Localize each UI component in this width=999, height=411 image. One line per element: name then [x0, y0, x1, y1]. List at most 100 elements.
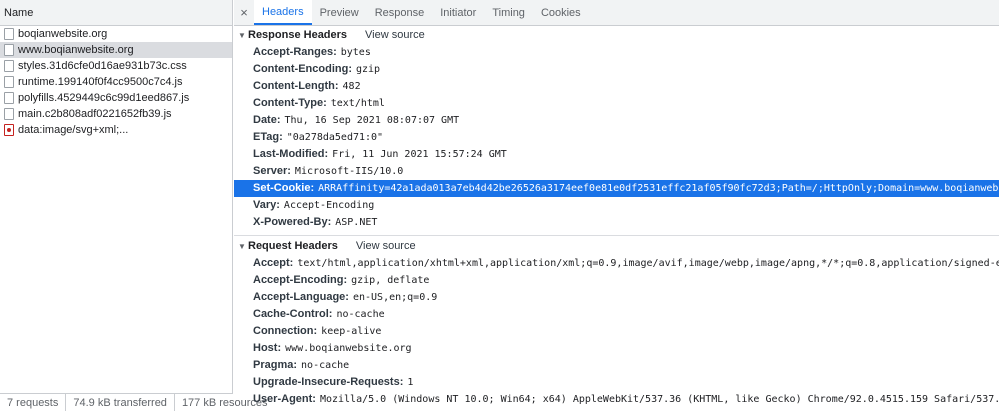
header-name: ETag: [253, 131, 283, 143]
headers-content: ▼ Response Headers View source Accept-Ra… [234, 26, 999, 411]
request-row[interactable]: styles.31d6cfe0d16ae931b73c.css [0, 58, 232, 74]
header-name: Vary: [253, 199, 280, 211]
header-row[interactable]: Last-Modified: Fri, 11 Jun 2021 15:57:24 … [234, 146, 999, 163]
document-icon [4, 92, 14, 104]
document-icon [4, 28, 14, 40]
header-value: Accept-Encoding [283, 200, 375, 211]
collapse-triangle-icon[interactable]: ▼ [238, 242, 248, 251]
tab-preview[interactable]: Preview [312, 0, 367, 25]
header-row[interactable]: Cache-Control: no-cache [234, 306, 999, 323]
request-name: main.c2b808adf0221652fb39.js [18, 108, 172, 120]
header-name: Content-Type: [253, 97, 327, 109]
header-value: gzip [355, 64, 381, 75]
tabs: Headers Preview Response Initiator Timing Coo… [254, 0, 589, 25]
header-row[interactable]: Date: Thu, 16 Sep 2021 08:07:07 GMT [234, 112, 999, 129]
details-tabbar: × Headers Preview Response Initiator Timing C… [234, 0, 999, 26]
header-row[interactable]: Content-Type: text/html [234, 95, 999, 112]
request-name: data:image/svg+xml;... [18, 124, 129, 136]
header-value: ASP.NET [335, 217, 378, 228]
request-headers-section: ▼ Request Headers View source Accept: tex… [234, 237, 999, 408]
header-value: "0a278da5ed71:0" [286, 132, 384, 143]
header-row[interactable]: Vary: Accept-Encoding [234, 197, 999, 214]
header-row[interactable]: Pragma: no-cache [234, 357, 999, 374]
document-icon [4, 60, 14, 72]
section-divider [234, 235, 999, 236]
header-row[interactable]: Upgrade-Insecure-Requests: 1 [234, 374, 999, 391]
request-row[interactable]: boqianwebsite.org [0, 26, 232, 42]
tab-response[interactable]: Response [367, 0, 433, 25]
header-name: Last-Modified: [253, 148, 329, 160]
request-header-rows: Accept: text/html,application/xhtml+xml,a… [234, 255, 999, 408]
header-row[interactable]: X-Powered-By: ASP.NET [234, 214, 999, 231]
header-row[interactable]: Accept-Ranges: bytes [234, 44, 999, 61]
header-value: Mozilla/5.0 (Windows NT 10.0; Win64; x64… [319, 394, 999, 405]
header-value: Thu, 16 Sep 2021 08:07:07 GMT [284, 115, 460, 126]
collapse-triangle-icon[interactable]: ▼ [238, 31, 248, 40]
header-value: bytes [340, 47, 371, 58]
header-row[interactable]: Host: www.boqianwebsite.org [234, 340, 999, 357]
header-name: User-Agent: [253, 393, 316, 405]
name-column-header[interactable]: Name [0, 0, 232, 26]
header-value: gzip, deflate [351, 275, 430, 286]
request-name: www.boqianwebsite.org [18, 44, 134, 56]
response-headers-title-row[interactable]: ▼ Response Headers View source [234, 26, 999, 44]
header-value: 482 [342, 81, 361, 92]
header-name: Host: [253, 342, 282, 354]
close-icon[interactable]: × [234, 0, 254, 25]
header-value: no-cache [336, 309, 385, 320]
header-row[interactable]: Set-Cookie: ARRAffinity=42a1ada013a7eb4d4… [234, 180, 999, 197]
request-headers-title-row[interactable]: ▼ Request Headers View source [234, 237, 999, 255]
request-count: 7 requests [0, 393, 67, 411]
tab-headers[interactable]: Headers [254, 0, 312, 25]
document-icon [4, 44, 14, 56]
request-name: polyfills.4529449c6c99d1eed867.js [18, 92, 190, 104]
request-row[interactable]: data:image/svg+xml;... [0, 122, 232, 138]
header-row[interactable]: Content-Encoding: gzip [234, 61, 999, 78]
response-headers-section: ▼ Response Headers View source Accept-Ra… [234, 26, 999, 231]
status-bar: 7 requests 74.9 kB transferred 177 kB re… [0, 393, 268, 411]
request-row[interactable]: main.c2b808adf0221652fb39.js [0, 106, 232, 122]
header-row[interactable]: Connection: keep-alive [234, 323, 999, 340]
request-name: styles.31d6cfe0d16ae931b73c.css [18, 60, 187, 72]
header-name: X-Powered-By: [253, 216, 332, 228]
tab-cookies[interactable]: Cookies [533, 0, 589, 25]
tab-timing[interactable]: Timing [484, 0, 533, 25]
header-value: ARRAffinity=42a1ada013a7eb4d42be26526a31… [318, 183, 999, 194]
request-row[interactable]: www.boqianwebsite.org [0, 42, 232, 58]
request-name: boqianwebsite.org [18, 28, 108, 40]
header-name: Accept-Ranges: [253, 46, 337, 58]
header-value: 1 [407, 377, 414, 388]
header-name: Accept-Encoding: [253, 274, 348, 286]
header-name: Accept: [253, 257, 294, 269]
request-row[interactable]: polyfills.4529449c6c99d1eed867.js [0, 90, 232, 106]
header-row[interactable]: Accept: text/html,application/xhtml+xml,a… [234, 255, 999, 272]
header-value: en-US,en;q=0.9 [352, 292, 438, 303]
header-row[interactable]: Server: Microsoft-IIS/10.0 [234, 163, 999, 180]
header-name: Connection: [253, 325, 318, 337]
transferred-size: 74.9 kB transferred [66, 393, 175, 411]
header-value: keep-alive [321, 326, 382, 337]
tab-initiator[interactable]: Initiator [432, 0, 484, 25]
response-headers-title: Response Headers [248, 29, 348, 41]
header-value: text/html,application/xhtml+xml,applicat… [297, 258, 999, 269]
header-row[interactable]: ETag: "0a278da5ed71:0" [234, 129, 999, 146]
response-header-rows: Accept-Ranges: bytes Content-Encoding: gzip… [234, 44, 999, 231]
header-row[interactable]: Content-Length: 482 [234, 78, 999, 95]
request-view-source-link[interactable]: View source [356, 240, 416, 252]
response-view-source-link[interactable]: View source [365, 29, 425, 41]
header-row[interactable]: Accept-Encoding: gzip, deflate [234, 272, 999, 289]
header-row[interactable]: User-Agent: Mozilla/5.0 (Windows NT 10.0;… [234, 391, 999, 408]
request-headers-title: Request Headers [248, 240, 338, 252]
request-row[interactable]: runtime.199140f0f4cc9500c7c4.js [0, 74, 232, 90]
header-name: Accept-Language: [253, 291, 349, 303]
header-name: Server: [253, 165, 291, 177]
request-name: runtime.199140f0f4cc9500c7c4.js [18, 76, 183, 88]
header-value: Fri, 11 Jun 2021 15:57:24 GMT [332, 149, 507, 160]
header-name: Content-Length: [253, 80, 339, 92]
header-value: text/html [330, 98, 385, 109]
svg-image-icon [4, 124, 14, 136]
document-icon [4, 76, 14, 88]
header-name: Cache-Control: [253, 308, 333, 320]
header-row[interactable]: Accept-Language: en-US,en;q=0.9 [234, 289, 999, 306]
header-value: no-cache [301, 360, 350, 371]
